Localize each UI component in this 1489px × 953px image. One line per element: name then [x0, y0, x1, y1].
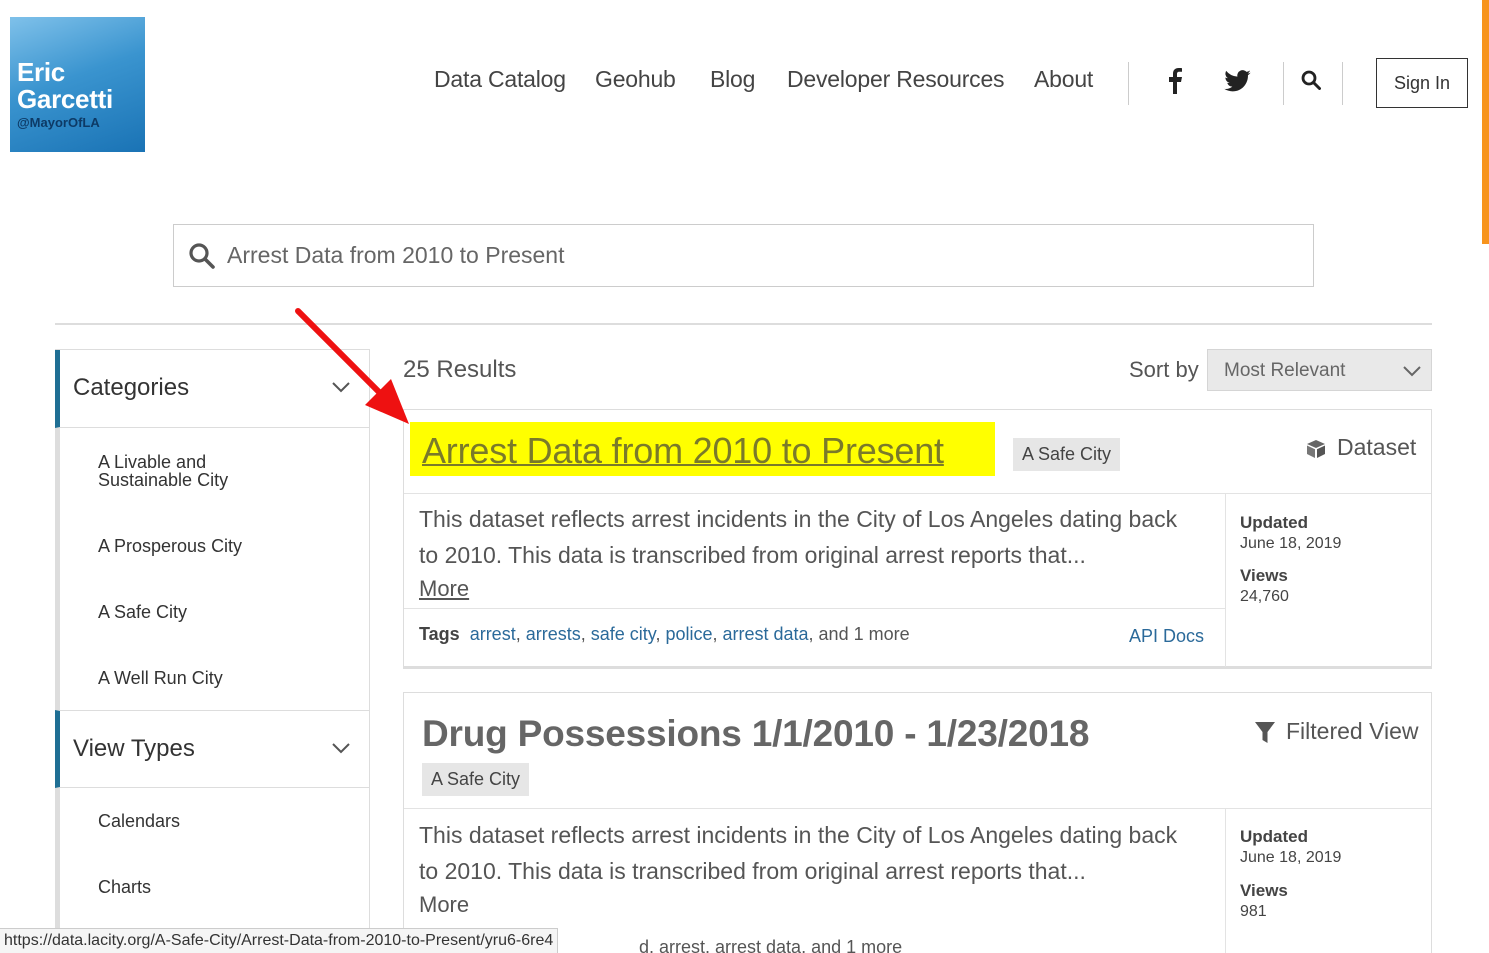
logo-line-1: Eric [17, 57, 65, 87]
nav-data-catalog[interactable]: Data Catalog [434, 66, 566, 93]
dataset-icon [1306, 439, 1326, 464]
views-label: Views [1240, 881, 1288, 900]
description-line: This dataset reflects arrest incidents i… [419, 506, 1178, 532]
divider [1225, 809, 1226, 953]
filter-sidebar: Categories A Livable and Sustainable Cit… [55, 349, 370, 953]
scrollbar-thumb[interactable] [1482, 0, 1489, 244]
divider [1225, 494, 1226, 667]
updated-value: June 18, 2019 [1240, 849, 1342, 866]
divider [55, 323, 1432, 325]
views-value: 981 [1240, 903, 1267, 920]
nav-geohub[interactable]: Geohub [595, 66, 676, 93]
categories-list: A Livable and Sustainable City A Prosper… [55, 428, 370, 710]
more-link[interactable]: More [419, 892, 469, 918]
tag-link[interactable]: police [665, 624, 712, 644]
category-item[interactable]: A Prosperous City [98, 537, 298, 555]
views-value: 24,760 [1240, 588, 1289, 605]
results-count: 25 Results [403, 356, 517, 383]
sort-value: Most Relevant [1224, 360, 1346, 381]
sort-dropdown[interactable]: Most Relevant [1207, 349, 1432, 391]
nav-blog[interactable]: Blog [710, 66, 755, 93]
tag-link[interactable]: arrests [526, 624, 581, 644]
nav-divider [1128, 62, 1129, 105]
logo-line-2: Garcetti [17, 84, 113, 114]
status-bar-url: https://data.lacity.org/A-Safe-City/Arre… [0, 928, 559, 953]
more-link[interactable]: More [419, 576, 469, 602]
result-title-link[interactable]: Drug Possessions 1/1/2010 - 1/23/2018 [422, 713, 1089, 755]
tags-row: Tags arrest, arrests, safe city, police, … [419, 624, 910, 644]
result-type: Dataset [1337, 434, 1417, 460]
description-line: to 2010. This data is transcribed from o… [419, 858, 1086, 884]
divider [404, 493, 1431, 494]
result-type: Filtered View [1286, 718, 1419, 744]
result-title-link[interactable]: Arrest Data from 2010 to Present [422, 430, 944, 472]
nav-about[interactable]: About [1034, 66, 1093, 93]
api-docs-link[interactable]: API Docs [1129, 626, 1204, 647]
updated-label: Updated [1240, 827, 1308, 846]
description-line: to 2010. This data is transcribed from o… [419, 542, 1086, 568]
facebook-icon[interactable] [1158, 64, 1192, 98]
category-badge[interactable]: A Safe City [1013, 438, 1121, 471]
categories-header[interactable]: Categories [55, 350, 370, 428]
view-types-header[interactable]: View Types [55, 710, 370, 788]
tag-link[interactable]: arrest data [723, 624, 809, 644]
description-line: This dataset reflects arrest incidents i… [419, 822, 1178, 848]
search-input[interactable]: Arrest Data from 2010 to Present [227, 242, 565, 269]
tag-link[interactable]: safe city [591, 624, 656, 644]
nav-divider [1283, 62, 1284, 105]
result-card: Drug Possessions 1/1/2010 - 1/23/2018 A … [403, 692, 1432, 953]
category-item[interactable]: A Safe City [98, 603, 298, 621]
search-icon[interactable] [1294, 63, 1328, 97]
result-description: This dataset reflects arrest incidents i… [419, 817, 1209, 889]
divider [404, 608, 1225, 609]
sort-label: Sort by [1129, 357, 1199, 382]
tags-more[interactable]: , and 1 more [809, 624, 910, 644]
category-item[interactable]: A Well Run City [98, 669, 298, 687]
view-type-item[interactable]: Charts [98, 878, 298, 896]
mayor-logo[interactable]: Eric Garcetti @MayorOfLA [10, 17, 145, 152]
result-description: This dataset reflects arrest incidents i… [419, 501, 1209, 573]
sign-in-button[interactable]: Sign In [1376, 58, 1468, 108]
tags-label: Tags [419, 624, 460, 644]
result-card: Arrest Data from 2010 to Present A Safe … [403, 409, 1432, 669]
logo-handle: @MayorOfLA [17, 115, 100, 130]
view-types-title: View Types [73, 735, 195, 762]
categories-title: Categories [73, 374, 190, 401]
category-badge[interactable]: A Safe City [422, 763, 530, 796]
tags-row-partial: d, arrest, arrest data, and 1 more [639, 937, 903, 953]
twitter-icon[interactable] [1220, 64, 1254, 98]
divider [404, 808, 1431, 809]
nav-divider [1342, 62, 1343, 105]
chevron-down-icon [332, 741, 350, 759]
category-item[interactable]: A Livable and Sustainable City [98, 453, 298, 489]
views-label: Views [1240, 566, 1288, 585]
tag-link[interactable]: arrest [470, 624, 516, 644]
updated-value: June 18, 2019 [1240, 535, 1342, 552]
filter-icon [1255, 722, 1275, 749]
nav-developer-resources[interactable]: Developer Resources [787, 66, 1005, 93]
search-icon [188, 242, 216, 275]
view-type-item[interactable]: Calendars [98, 812, 298, 830]
chevron-down-icon [1403, 364, 1421, 382]
search-field[interactable]: Arrest Data from 2010 to Present [173, 224, 1314, 287]
chevron-down-icon [332, 380, 350, 398]
updated-label: Updated [1240, 513, 1308, 532]
